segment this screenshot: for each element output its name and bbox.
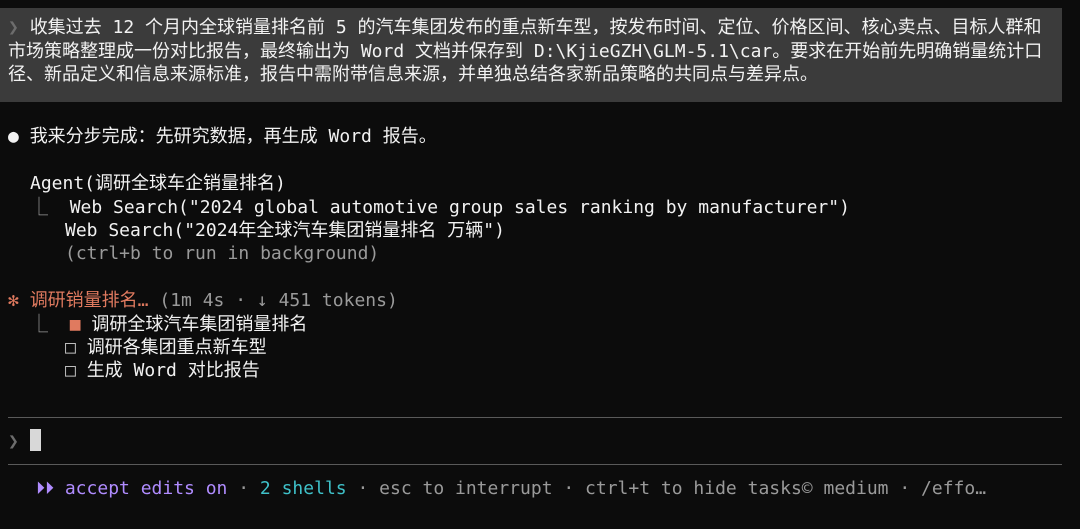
- mode-label[interactable]: accept edits on: [65, 478, 228, 499]
- spinner-icon: ✻: [8, 290, 19, 311]
- interrupt-hint: esc to interrupt: [379, 478, 553, 499]
- input-bottom-divider: [8, 464, 1062, 465]
- empty-square-icon: □: [65, 337, 76, 358]
- footer-separator: ·: [552, 478, 586, 499]
- effort-level: medium: [823, 478, 889, 499]
- web-search-line-1: ⎿ Web Search("2024 global automotive gro…: [30, 196, 850, 219]
- status-meta: (1m 4s · ↓ 451 tokens): [159, 290, 398, 311]
- effort-command: /effo…: [921, 478, 987, 499]
- task-item-3: □ 生成 Word 对比报告: [65, 359, 260, 382]
- branch-icon: ⎿: [30, 314, 48, 335]
- status-label: 调研销量排名…: [29, 290, 149, 311]
- input-top-divider: [8, 417, 1062, 418]
- task-label-1: 调研全球汽车集团销量排名: [91, 314, 308, 335]
- text-cursor: [29, 429, 41, 451]
- web-search-1: Web Search("2024 global automotive group…: [69, 197, 850, 218]
- background-hint: (ctrl+b to run in background): [65, 243, 380, 264]
- hide-tasks-hint: ctrl+t to hide tasks: [585, 478, 802, 499]
- effort-icon: ©: [801, 478, 813, 499]
- task-item-1: ⎿ ■ 调研全球汽车集团销量排名: [30, 313, 307, 336]
- agent-call: Agent(调研全球车企销量排名): [30, 173, 286, 194]
- assistant-message-line: ● 我来分步完成：先研究数据，再生成 Word 报告。: [8, 125, 437, 148]
- input-chevron-icon: ❯: [8, 431, 19, 452]
- footer-bar: ⏵⏵ accept edits on · 2 shells · esc to i…: [36, 477, 986, 500]
- footer-separator: ·: [888, 478, 922, 499]
- filled-square-icon: ■: [69, 314, 81, 335]
- task-item-2: □ 调研各集团重点新车型: [65, 336, 267, 359]
- shells-indicator[interactable]: 2 shells: [260, 478, 347, 499]
- fast-forward-icon: ⏵⏵: [36, 478, 54, 499]
- web-search-2: Web Search("2024年全球汽车集团销量排名 万辆"): [65, 220, 505, 241]
- prompt-chevron-icon: ❯: [8, 17, 19, 38]
- user-prompt-block: ❯ 收集过去 12 个月内全球销量排名前 5 的汽车集团发布的重点新车型，按发布…: [0, 8, 1062, 102]
- user-prompt-text: ❯ 收集过去 12 个月内全球销量排名前 5 的汽车集团发布的重点新车型，按发布…: [8, 16, 1058, 87]
- footer-separator: ·: [346, 478, 380, 499]
- footer-separator: ·: [227, 478, 260, 499]
- user-prompt-content: 收集过去 12 个月内全球销量排名前 5 的汽车集团发布的重点新车型，按发布时间…: [8, 17, 1043, 85]
- bullet-icon: ●: [8, 126, 19, 147]
- task-label-2: 调研各集团重点新车型: [86, 337, 267, 358]
- empty-square-icon: □: [65, 360, 76, 381]
- input-line[interactable]: ❯: [8, 429, 41, 452]
- assistant-message: 我来分步完成：先研究数据，再生成 Word 报告。: [29, 126, 437, 147]
- status-line: ✻ 调研销量排名… (1m 4s · ↓ 451 tokens): [8, 289, 398, 312]
- branch-icon: ⎿: [30, 197, 48, 218]
- task-label-3: 生成 Word 对比报告: [86, 360, 260, 381]
